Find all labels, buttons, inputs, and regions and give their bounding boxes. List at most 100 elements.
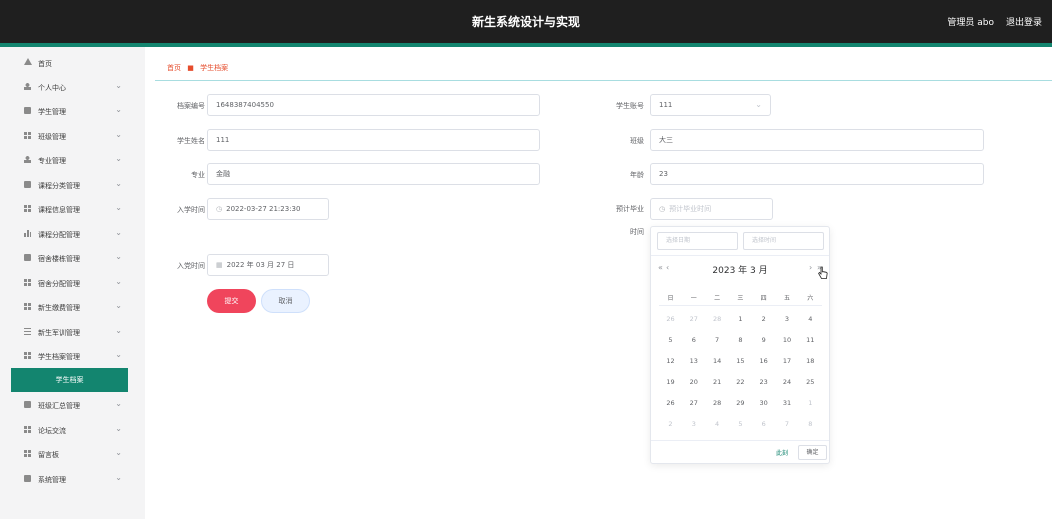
calendar-day[interactable]: 4	[706, 414, 729, 435]
sidebar-item[interactable]: 首页	[11, 52, 128, 74]
calendar-day[interactable]: 10	[776, 330, 799, 351]
logout-link[interactable]: 退出登录	[1006, 15, 1042, 28]
sidebar-item[interactable]: 学生管理 ⌄	[11, 100, 128, 122]
sidebar-item-label: 宿舍楼栋管理	[38, 255, 80, 263]
weekday-header: 六	[807, 295, 814, 302]
calendar-day[interactable]: 23	[752, 372, 775, 393]
sidebar-item[interactable]: 新生缴费管理 ⌄	[11, 296, 128, 318]
major-input[interactable]: 金融	[207, 163, 540, 185]
sidebar-item[interactable]: 宿舍分配管理 ⌄	[11, 272, 128, 294]
weekday-divider	[659, 305, 822, 306]
calendar-day[interactable]: 21	[706, 372, 729, 393]
chevron-down-icon: ⌄	[755, 100, 762, 109]
grid-icon	[24, 279, 31, 286]
sidebar-item[interactable]: 论坛交流 ⌄	[11, 419, 128, 441]
calendar-day[interactable]: 1	[799, 393, 822, 414]
calendar-day[interactable]: 14	[706, 351, 729, 372]
grid-icon	[24, 426, 31, 433]
calendar-day[interactable]: 17	[776, 351, 799, 372]
student-name-input[interactable]: 111	[207, 129, 540, 151]
calendar-day[interactable]: 20	[682, 372, 705, 393]
now-button[interactable]: 此刻	[776, 448, 788, 457]
calendar-day[interactable]: 15	[729, 351, 752, 372]
calendar-day[interactable]: 30	[752, 393, 775, 414]
archive-no-label: 档案编号	[177, 102, 205, 110]
grad-time-label-line1: 预计毕业	[616, 205, 644, 213]
calendar-day[interactable]: 19	[659, 372, 682, 393]
calendar-day[interactable]: 26	[659, 393, 682, 414]
cancel-button[interactable]: 取消	[261, 289, 310, 313]
sidebar-item-label: 课程分类管理	[38, 182, 80, 190]
party-time-input[interactable]: ▦ 2022 年 03 月 27 日	[207, 254, 329, 276]
sidebar-item[interactable]: 课程分配管理 ⌄	[11, 223, 128, 245]
calendar-day[interactable]: 5	[729, 414, 752, 435]
calendar-day[interactable]: 8	[799, 414, 822, 435]
user-icon	[24, 156, 31, 163]
sidebar-item[interactable]: 宿舍楼栋管理 ⌄	[11, 247, 128, 269]
square-icon	[24, 401, 31, 408]
calendar-day[interactable]: 3	[776, 309, 799, 330]
party-time-label: 入党时间	[177, 262, 205, 270]
home-icon	[24, 58, 32, 65]
calendar-day[interactable]: 8	[729, 330, 752, 351]
archive-no-input[interactable]: 1648387404550	[207, 94, 540, 116]
student-account-select[interactable]: 111 ⌄	[650, 94, 771, 116]
chevron-down-icon: ⌄	[115, 448, 122, 457]
calendar-day[interactable]: 27	[682, 393, 705, 414]
calendar-day[interactable]: 27	[682, 309, 705, 330]
chevron-down-icon: ⌄	[115, 424, 122, 433]
calendar-day[interactable]: 16	[752, 351, 775, 372]
sidebar-subitem-active[interactable]: 学生档案	[11, 368, 128, 392]
calendar-day[interactable]: 18	[799, 351, 822, 372]
calendar-day[interactable]: 13	[682, 351, 705, 372]
calendar-day[interactable]: 22	[729, 372, 752, 393]
calendar-day[interactable]: 6	[682, 330, 705, 351]
sidebar-item[interactable]: 个人中心 ⌄	[11, 76, 128, 98]
enroll-time-input[interactable]: ◷ 2022-03-27 21:23:30	[207, 198, 329, 220]
calendar-day[interactable]: 25	[799, 372, 822, 393]
calendar-day[interactable]: 12	[659, 351, 682, 372]
chevron-down-icon: ⌄	[115, 228, 122, 237]
sidebar-item[interactable]: 学生档案管理 ⌄	[11, 345, 128, 367]
calendar-day[interactable]: 1	[729, 309, 752, 330]
calendar-day[interactable]: 6	[752, 414, 775, 435]
age-input[interactable]: 23	[650, 163, 984, 185]
breadcrumb-divider	[155, 80, 1052, 81]
calendar-day[interactable]: 29	[729, 393, 752, 414]
calendar-day[interactable]: 28	[706, 309, 729, 330]
calendar-day[interactable]: 31	[776, 393, 799, 414]
sidebar-item[interactable]: 课程分类管理 ⌄	[11, 174, 128, 196]
class-input[interactable]: 大三	[650, 129, 984, 151]
sidebar-item[interactable]: 课程信息管理 ⌄	[11, 198, 128, 220]
calendar-day[interactable]: 7	[776, 414, 799, 435]
picker-date-input[interactable]: 选择日期	[657, 232, 738, 250]
calendar-day[interactable]: 9	[752, 330, 775, 351]
sidebar-item[interactable]: 班级汇总管理 ⌄	[11, 394, 128, 416]
sidebar-item-label: 课程分配管理	[38, 231, 80, 239]
grad-time-input[interactable]: ◷ 预计毕业时间	[650, 198, 773, 220]
calendar-day[interactable]: 3	[682, 414, 705, 435]
calendar-day[interactable]: 7	[706, 330, 729, 351]
calendar-day[interactable]: 24	[776, 372, 799, 393]
confirm-button[interactable]: 确定	[798, 445, 827, 460]
datetime-picker-popover: 选择日期 选择时间 « ‹ 2023 年 3 月 › » 日一二三四五六 26 27…	[650, 226, 830, 464]
sidebar-item[interactable]: 班级管理 ⌄	[11, 125, 128, 147]
breadcrumb-home[interactable]: 首页	[167, 64, 181, 72]
sidebar-item-label: 新生军训管理	[38, 329, 80, 337]
calendar-day[interactable]: 26	[659, 309, 682, 330]
next-month-icon[interactable]: ›	[809, 263, 812, 272]
picker-time-input[interactable]: 选择时间	[743, 232, 824, 250]
calendar-day[interactable]: 28	[706, 393, 729, 414]
calendar-day[interactable]: 2	[752, 309, 775, 330]
submit-button[interactable]: 提交	[207, 289, 256, 313]
sidebar-item[interactable]: 系统管理 ⌄	[11, 468, 128, 490]
sidebar-item[interactable]: 新生军训管理 ⌄	[11, 321, 128, 343]
calendar-day[interactable]: 2	[659, 414, 682, 435]
sidebar-item-label: 专业管理	[38, 157, 66, 165]
sidebar-item[interactable]: 专业管理 ⌄	[11, 149, 128, 171]
calendar-day[interactable]: 5	[659, 330, 682, 351]
chevron-down-icon: ⌄	[115, 105, 122, 114]
calendar-day[interactable]: 4	[799, 309, 822, 330]
calendar-day[interactable]: 11	[799, 330, 822, 351]
sidebar-item[interactable]: 留言板 ⌄	[11, 443, 128, 465]
